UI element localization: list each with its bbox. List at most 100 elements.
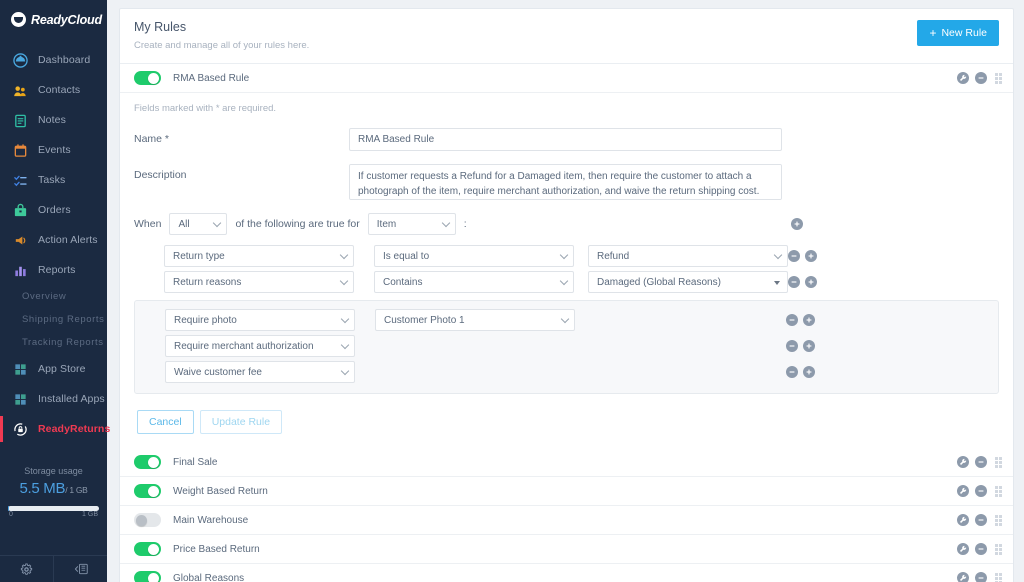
table-row: Global Reasons: [120, 564, 1013, 582]
remove-action-button[interactable]: [786, 366, 798, 378]
storage-usage-title: Storage usage: [8, 466, 99, 476]
rule-toggle[interactable]: [134, 455, 161, 469]
rule-remove-button[interactable]: [975, 456, 987, 468]
rule-toggle[interactable]: [134, 571, 161, 582]
sidebar-item-installed-apps[interactable]: Installed Apps: [0, 384, 107, 414]
page-subtitle: Create and manage all of your rules here…: [134, 40, 309, 51]
rule-toggle[interactable]: [134, 513, 161, 527]
add-condition-button[interactable]: [805, 276, 817, 288]
row-actions: [957, 456, 1003, 468]
sidebar-subitem-shipping-reports[interactable]: Shipping Reports: [0, 308, 107, 331]
condition-row: Return type Is equal to Refund: [134, 245, 999, 267]
drag-handle-icon[interactable]: [995, 544, 1003, 555]
rule-settings-button[interactable]: [957, 543, 969, 555]
rule-enable-toggle[interactable]: [134, 71, 161, 85]
action-field-select[interactable]: Require merchant authorization: [165, 335, 355, 357]
rule-settings-button[interactable]: [957, 572, 969, 582]
update-rule-button[interactable]: Update Rule: [200, 410, 282, 434]
sidebar-item-label: Contacts: [38, 84, 80, 96]
name-input[interactable]: [349, 128, 782, 151]
sidebar-item-tasks[interactable]: Tasks: [0, 165, 107, 195]
storage-bar: 0 1 GB: [8, 506, 99, 518]
add-condition-group-button[interactable]: [791, 218, 999, 230]
sidebar-item-app-store[interactable]: App Store: [0, 354, 107, 384]
toggle-knob: [148, 73, 159, 84]
action-row: Waive customer fee: [135, 361, 998, 383]
new-rule-button[interactable]: + New Rule: [917, 20, 999, 46]
sidebar-item-notes[interactable]: Notes: [0, 105, 107, 135]
page-title: My Rules: [134, 20, 309, 34]
rule-remove-button[interactable]: [975, 485, 987, 497]
sidebar-subitem-overview[interactable]: Overview: [0, 285, 107, 308]
collapse-sidebar-button[interactable]: [53, 556, 107, 582]
remove-action-button[interactable]: [786, 314, 798, 326]
notes-icon: [13, 113, 28, 128]
remove-condition-button[interactable]: [788, 250, 800, 262]
action-row: Require photo Customer Photo 1: [135, 309, 998, 331]
sidebar-item-orders[interactable]: Orders: [0, 195, 107, 225]
editing-rule-row: RMA Based Rule: [120, 64, 1013, 93]
scope-select[interactable]: Item: [368, 213, 456, 235]
add-action-button[interactable]: [803, 314, 815, 326]
action-value-select[interactable]: Customer Photo 1: [375, 309, 575, 331]
condition-value-select[interactable]: Damaged (Global Reasons): [588, 271, 788, 293]
header-text-group: My Rules Create and manage all of your r…: [134, 20, 309, 51]
condition-row-actions: [788, 250, 1003, 262]
rule-toggle[interactable]: [134, 484, 161, 498]
action-row-actions: [786, 314, 998, 326]
drag-handle-icon[interactable]: [995, 486, 1003, 497]
minus-icon: [977, 74, 985, 82]
rule-toggle[interactable]: [134, 542, 161, 556]
sidebar-item-label: Tasks: [38, 174, 65, 186]
grid-icon: [13, 362, 28, 377]
drag-handle-icon[interactable]: [995, 573, 1003, 582]
rule-settings-button[interactable]: [957, 456, 969, 468]
add-action-button[interactable]: [803, 366, 815, 378]
action-field-select[interactable]: Waive customer fee: [165, 361, 355, 383]
sidebar-subitem-tracking-reports[interactable]: Tracking Reports: [0, 331, 107, 354]
description-input[interactable]: [349, 164, 782, 200]
drag-handle-icon[interactable]: [995, 515, 1003, 526]
rule-remove-button[interactable]: [975, 72, 987, 84]
rule-name-label: RMA Based Rule: [173, 73, 249, 84]
condition-value-select[interactable]: Refund: [588, 245, 788, 267]
sidebar-item-dashboard[interactable]: Dashboard: [0, 45, 107, 75]
plus-icon: +: [929, 27, 936, 39]
remove-condition-button[interactable]: [788, 276, 800, 288]
rule-remove-button[interactable]: [975, 543, 987, 555]
action-row-actions: [786, 366, 998, 378]
settings-button[interactable]: [0, 556, 53, 582]
remove-action-button[interactable]: [786, 340, 798, 352]
add-action-button[interactable]: [803, 340, 815, 352]
rule-form: Fields marked with * are required. Name …: [120, 93, 1013, 448]
row-actions: [957, 572, 1003, 582]
sidebar-item-events[interactable]: Events: [0, 135, 107, 165]
drag-handle-icon[interactable]: [995, 457, 1003, 468]
readyreturns-icon: [13, 422, 28, 437]
drag-handle-icon[interactable]: [995, 73, 1003, 84]
chevron-down-icon: [341, 367, 349, 375]
rule-settings-button[interactable]: [957, 485, 969, 497]
rule-settings-button[interactable]: [957, 72, 969, 84]
sidebar-item-reports[interactable]: Reports: [0, 255, 107, 285]
action-field-select[interactable]: Require photo: [165, 309, 355, 331]
rule-remove-button[interactable]: [975, 572, 987, 582]
condition-field-select[interactable]: Return type: [164, 245, 354, 267]
condition-field-select[interactable]: Return reasons: [164, 271, 354, 293]
minus-icon: [790, 252, 798, 260]
add-condition-button[interactable]: [805, 250, 817, 262]
row-actions: [957, 485, 1003, 497]
match-type-select[interactable]: All: [169, 213, 227, 235]
sidebar-item-readyreturns[interactable]: ReadyReturns: [0, 414, 107, 444]
minus-icon: [977, 545, 985, 553]
brand-logo[interactable]: ReadyCloud: [0, 0, 107, 39]
condition-operator-select[interactable]: Is equal to: [374, 245, 574, 267]
when-suffix: :: [464, 218, 467, 230]
rule-settings-button[interactable]: [957, 514, 969, 526]
sidebar-item-contacts[interactable]: Contacts: [0, 75, 107, 105]
minus-icon: [977, 516, 985, 524]
cancel-button[interactable]: Cancel: [137, 410, 194, 434]
rule-remove-button[interactable]: [975, 514, 987, 526]
condition-operator-select[interactable]: Contains: [374, 271, 574, 293]
sidebar-item-action-alerts[interactable]: Action Alerts: [0, 225, 107, 255]
